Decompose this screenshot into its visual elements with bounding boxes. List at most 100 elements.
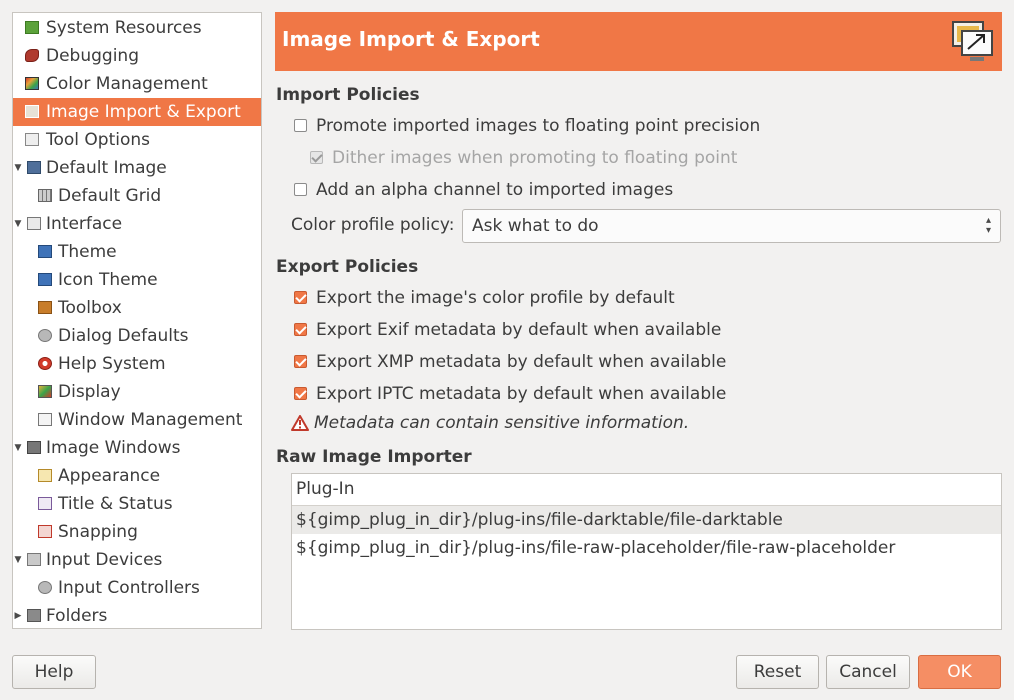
preferences-tree[interactable]: System Resources Debugging Color Managem… bbox=[12, 12, 262, 629]
image-import-export-icon bbox=[25, 105, 39, 118]
interface-icon bbox=[27, 217, 41, 230]
tool-options-icon bbox=[25, 133, 39, 146]
expander-arrow-icon[interactable]: ▶ bbox=[13, 602, 23, 628]
sidebar-item-label: Theme bbox=[58, 242, 117, 262]
table-row[interactable]: ${gimp_plug_in_dir}/plug-ins/file-raw-pl… bbox=[292, 534, 1001, 562]
checkbox-checked-icon[interactable] bbox=[294, 355, 307, 368]
default-image-icon bbox=[27, 161, 41, 174]
sidebar-item-interface[interactable]: ▼ Interface bbox=[13, 210, 261, 238]
warning-icon bbox=[291, 415, 309, 431]
folders-icon bbox=[27, 609, 41, 622]
sidebar-item-label: Interface bbox=[46, 214, 123, 234]
color-profile-policy-select[interactable]: Ask what to do ▴ ▾ bbox=[462, 209, 1001, 243]
checkbox-label: Export the image's color profile by defa… bbox=[316, 288, 675, 308]
sidebar-item-color-management[interactable]: Color Management bbox=[13, 70, 261, 98]
checkbox-checked-icon[interactable] bbox=[294, 291, 307, 304]
sidebar-item-image-import-export[interactable]: Image Import & Export bbox=[13, 98, 261, 126]
sidebar-item-title-status[interactable]: Title & Status bbox=[13, 490, 261, 518]
sidebar-item-appearance[interactable]: Appearance bbox=[13, 462, 261, 490]
sidebar-item-label: Help System bbox=[58, 354, 166, 374]
column-header-plugin[interactable]: Plug-In bbox=[292, 474, 1001, 506]
sidebar-item-label: Folders bbox=[46, 606, 108, 626]
checkbox-unchecked-icon[interactable] bbox=[294, 119, 307, 132]
theme-icon bbox=[38, 245, 52, 258]
import-policies-heading: Import Policies bbox=[276, 85, 420, 105]
sidebar-item-label: Input Devices bbox=[46, 550, 163, 570]
checkbox-label: Export XMP metadata by default when avai… bbox=[316, 352, 727, 372]
checkbox-label: Add an alpha channel to imported images bbox=[316, 180, 674, 200]
raw-plugin-list[interactable]: Plug-In ${gimp_plug_in_dir}/plug-ins/fil… bbox=[291, 473, 1002, 630]
checkbox-checked-icon[interactable] bbox=[294, 387, 307, 400]
dialog-defaults-icon bbox=[38, 329, 52, 342]
sidebar-item-label: Image Windows bbox=[46, 438, 181, 458]
sidebar-item-input-devices[interactable]: ▼ Input Devices bbox=[13, 546, 261, 574]
sidebar-item-dialog-defaults[interactable]: Dialog Defaults bbox=[13, 322, 261, 350]
sidebar-item-label: Image Import & Export bbox=[46, 102, 241, 122]
sidebar-item-label: Toolbox bbox=[58, 298, 122, 318]
expander-arrow-icon[interactable]: ▼ bbox=[13, 210, 23, 238]
checkbox-label: Promote imported images to floating poin… bbox=[316, 116, 761, 136]
expander-arrow-icon[interactable]: ▼ bbox=[13, 154, 23, 182]
sidebar-item-label: System Resources bbox=[46, 18, 202, 38]
raw-importer-heading: Raw Image Importer bbox=[276, 447, 472, 467]
table-row[interactable]: ${gimp_plug_in_dir}/plug-ins/file-darkta… bbox=[292, 506, 1001, 534]
system-resources-icon bbox=[25, 21, 39, 34]
bug-icon bbox=[25, 49, 39, 62]
sidebar-item-help-system[interactable]: Help System bbox=[13, 350, 261, 378]
sidebar-item-label: Tool Options bbox=[46, 130, 151, 150]
sidebar-item-label: Snapping bbox=[58, 522, 138, 542]
sidebar-item-label: Window Management bbox=[58, 410, 243, 430]
cancel-button[interactable]: Cancel bbox=[826, 655, 910, 689]
sidebar-item-label: Default Grid bbox=[58, 186, 162, 206]
sidebar-item-folders[interactable]: ▶ Folders bbox=[13, 602, 261, 628]
icon-theme-icon bbox=[38, 273, 52, 286]
checkbox-label: Export IPTC metadata by default when ava… bbox=[316, 384, 727, 404]
select-value: Ask what to do bbox=[472, 216, 599, 236]
sidebar-item-debugging[interactable]: Debugging bbox=[13, 42, 261, 70]
export-policies-heading: Export Policies bbox=[276, 257, 419, 277]
sidebar-item-snapping[interactable]: Snapping bbox=[13, 518, 261, 546]
help-button[interactable]: Help bbox=[12, 655, 96, 689]
import-export-icon bbox=[950, 19, 994, 65]
reset-button[interactable]: Reset bbox=[736, 655, 819, 689]
sidebar-item-label: Title & Status bbox=[58, 494, 173, 514]
sidebar-item-system-resources[interactable]: System Resources bbox=[13, 14, 261, 42]
checkbox-checked-icon[interactable] bbox=[294, 323, 307, 336]
sidebar-item-input-controllers[interactable]: Input Controllers bbox=[13, 574, 261, 602]
expander-arrow-icon[interactable]: ▼ bbox=[13, 434, 23, 462]
sidebar-item-label: Dialog Defaults bbox=[58, 326, 189, 346]
expander-arrow-icon[interactable]: ▼ bbox=[13, 546, 23, 574]
ok-button[interactable]: OK bbox=[918, 655, 1001, 689]
sidebar-item-label: Display bbox=[58, 382, 121, 402]
sidebar-item-image-windows[interactable]: ▼ Image Windows bbox=[13, 434, 261, 462]
image-windows-icon bbox=[27, 441, 41, 454]
sidebar-item-display[interactable]: Display bbox=[13, 378, 261, 406]
sidebar-item-label: Default Image bbox=[46, 158, 167, 178]
title-status-icon bbox=[38, 497, 52, 510]
sidebar-item-toolbox[interactable]: Toolbox bbox=[13, 294, 261, 322]
color-management-icon bbox=[25, 77, 39, 90]
sidebar-item-default-image[interactable]: ▼ Default Image bbox=[13, 154, 261, 182]
warning-text: Metadata can contain sensitive informati… bbox=[314, 413, 690, 433]
snapping-icon bbox=[38, 525, 52, 538]
checkbox-unchecked-icon[interactable] bbox=[294, 183, 307, 196]
sidebar-item-label: Debugging bbox=[46, 46, 139, 66]
checkbox-checked-disabled-icon bbox=[310, 151, 323, 164]
sidebar-item-label: Color Management bbox=[46, 74, 208, 94]
sidebar-item-theme[interactable]: Theme bbox=[13, 238, 261, 266]
toolbox-icon bbox=[38, 301, 52, 314]
sidebar-item-default-grid[interactable]: Default Grid bbox=[13, 182, 261, 210]
page-header: Image Import & Export bbox=[275, 12, 1002, 71]
lifebuoy-icon bbox=[38, 357, 52, 370]
grid-icon bbox=[38, 189, 52, 202]
sidebar-item-window-management[interactable]: Window Management bbox=[13, 406, 261, 434]
sidebar-item-icon-theme[interactable]: Icon Theme bbox=[13, 266, 261, 294]
sidebar-item-label: Appearance bbox=[58, 466, 161, 486]
checkbox-label: Dither images when promoting to floating… bbox=[332, 148, 738, 168]
page-title: Image Import & Export bbox=[282, 27, 540, 51]
sidebar-item-tool-options[interactable]: Tool Options bbox=[13, 126, 261, 154]
sidebar-item-label: Input Controllers bbox=[58, 578, 200, 598]
checkbox-label: Export Exif metadata by default when ava… bbox=[316, 320, 722, 340]
sidebar-item-label: Icon Theme bbox=[58, 270, 158, 290]
display-icon bbox=[38, 385, 52, 398]
